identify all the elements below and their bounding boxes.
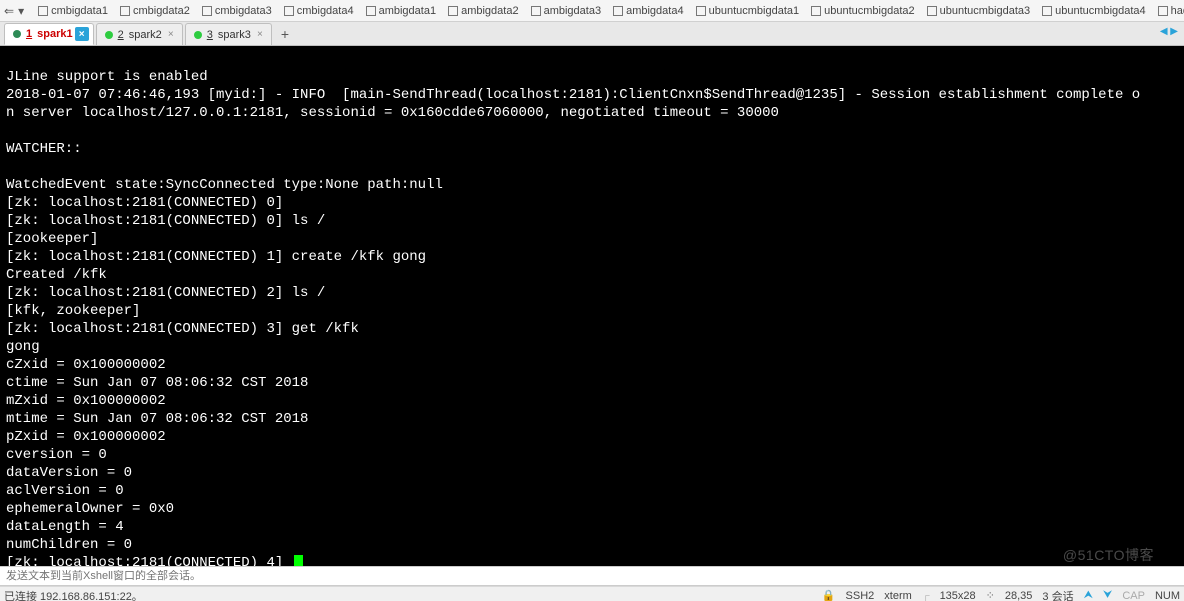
status-dot-icon <box>105 31 113 39</box>
bookmark-item[interactable]: ubuntucmbigdata4 <box>1036 3 1152 19</box>
bookmark-item[interactable]: ambigdata4 <box>607 3 690 19</box>
bookmark-list: cmbigdata1 cmbigdata2 cmbigdata3 cmbigdata4… <box>32 3 1184 19</box>
tab-bar: 1 spark1×2 spark2×3 spark3× + ◀ ▶ <box>0 22 1184 46</box>
bookmark-label: cmbigdata3 <box>215 5 272 17</box>
bookmark-back-icon[interactable]: ⇐ <box>4 4 14 18</box>
position-icon: ⁘ <box>986 589 995 601</box>
bookmark-item[interactable]: ubuntucmbigdata3 <box>921 3 1037 19</box>
terminal-prompt: [zk: localhost:2181(CONNECTED) 4] <box>6 555 292 566</box>
bookmark-label: ubuntucmbigdata1 <box>709 5 800 17</box>
bookmark-item[interactable]: hadoop1 <box>1152 3 1184 19</box>
session-icon <box>811 6 821 16</box>
bookmark-label: ambigdata3 <box>544 5 602 17</box>
status-bar: 已连接 192.168.86.151:22。 🔒 SSH2 xterm ┌ 13… <box>0 586 1184 601</box>
status-ssh: SSH2 <box>846 590 875 601</box>
bookmark-bar: ⇐ ▾ cmbigdata1cmbigdata2cmbigdata3cmbigd… <box>0 0 1184 22</box>
bookmark-item[interactable]: ubuntucmbigdata2 <box>805 3 921 19</box>
bookmark-item[interactable]: cmbigdata1 <box>32 3 114 19</box>
session-icon <box>531 6 541 16</box>
status-size: 135x28 <box>940 590 976 601</box>
bookmark-label: cmbigdata4 <box>297 5 354 17</box>
session-icon <box>202 6 212 16</box>
status-dot-icon <box>13 30 21 38</box>
bookmark-label: ambigdata2 <box>461 5 519 17</box>
session-icon <box>120 6 130 16</box>
bookmark-item[interactable]: ambigdata3 <box>525 3 608 19</box>
bookmark-label: ubuntucmbigdata2 <box>824 5 915 17</box>
tab-number: 3 <box>207 29 213 41</box>
bookmark-label: ambigdata4 <box>626 5 684 17</box>
broadcast-input-row <box>0 566 1184 586</box>
tab-number: 1 <box>26 28 32 40</box>
tab-label: spark1 <box>37 28 72 40</box>
status-pos: 28,35 <box>1005 590 1033 601</box>
up-arrow-icon[interactable]: ⮝ <box>1084 589 1093 601</box>
tab-overflow-icon[interactable]: ◀ ▶ <box>1160 26 1178 37</box>
cursor-icon <box>294 555 303 566</box>
session-icon <box>696 6 706 16</box>
bookmark-label: ubuntucmbigdata3 <box>940 5 1031 17</box>
bookmark-item[interactable]: ubuntucmbigdata1 <box>690 3 806 19</box>
session-tab[interactable]: 1 spark1× <box>4 23 94 45</box>
bookmark-item[interactable]: ambigdata2 <box>442 3 525 19</box>
tab-label: spark2 <box>129 29 162 41</box>
session-icon <box>613 6 623 16</box>
session-icon <box>1158 6 1168 16</box>
bookmark-item[interactable]: ambigdata1 <box>360 3 443 19</box>
bookmark-item[interactable]: cmbigdata2 <box>114 3 196 19</box>
session-icon <box>284 6 294 16</box>
status-num: NUM <box>1155 590 1180 601</box>
bookmark-label: ambigdata1 <box>379 5 437 17</box>
close-tab-icon[interactable]: × <box>75 27 89 41</box>
close-tab-icon[interactable]: × <box>164 27 178 41</box>
session-icon <box>927 6 937 16</box>
broadcast-input[interactable] <box>0 570 1184 582</box>
down-arrow-icon[interactable]: ⮟ <box>1103 589 1112 601</box>
connection-status: 已连接 192.168.86.151:22。 <box>4 588 143 601</box>
session-tab[interactable]: 3 spark3× <box>185 23 272 45</box>
bookmark-label: cmbigdata2 <box>133 5 190 17</box>
status-caps: CAP <box>1122 590 1145 601</box>
session-icon <box>448 6 458 16</box>
session-icon <box>366 6 376 16</box>
status-sessions: 3 会话 <box>1042 588 1073 601</box>
bookmark-menu-icon[interactable]: ▾ <box>18 4 24 18</box>
status-term: xterm <box>884 590 912 601</box>
bookmark-label: hadoop1 <box>1171 5 1184 17</box>
bookmark-label: ubuntucmbigdata4 <box>1055 5 1146 17</box>
status-dot-icon <box>194 31 202 39</box>
session-icon <box>1042 6 1052 16</box>
close-tab-icon[interactable]: × <box>253 27 267 41</box>
bookmark-label: cmbigdata1 <box>51 5 108 17</box>
tab-label: spark3 <box>218 29 251 41</box>
bookmark-nav-icons: ⇐ ▾ <box>4 4 24 18</box>
session-icon <box>38 6 48 16</box>
tab-number: 2 <box>118 29 124 41</box>
bookmark-item[interactable]: cmbigdata4 <box>278 3 360 19</box>
terminal[interactable]: JLine support is enabled 2018-01-07 07:4… <box>0 46 1184 566</box>
lock-icon: 🔒 <box>822 589 836 601</box>
add-tab-button[interactable]: + <box>274 23 296 45</box>
bookmark-item[interactable]: cmbigdata3 <box>196 3 278 19</box>
session-tab[interactable]: 2 spark2× <box>96 23 183 45</box>
